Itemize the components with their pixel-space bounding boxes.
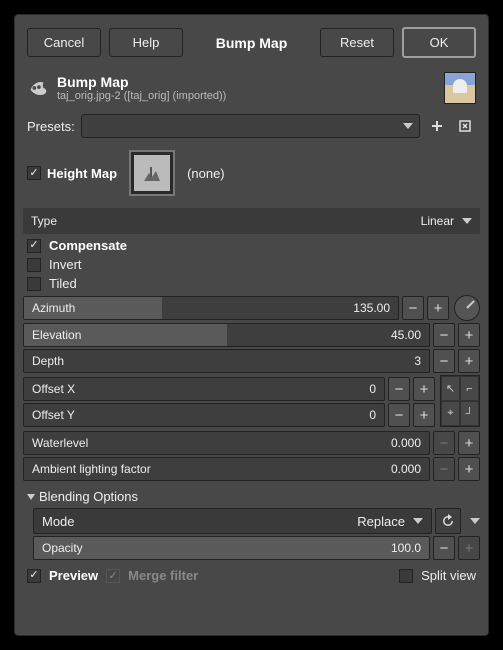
height-map-value: (none)	[187, 166, 225, 181]
filter-title: Bump Map	[57, 74, 436, 90]
pointer-icon[interactable]: ↖	[441, 376, 460, 401]
waterlevel-minus-button[interactable]: −	[433, 431, 455, 455]
tiled-label: Tiled	[49, 276, 77, 291]
ok-button[interactable]: OK	[402, 27, 476, 58]
chevron-down-icon	[403, 123, 413, 129]
height-map-checkbox[interactable]	[27, 166, 41, 180]
compensate-label: Compensate	[49, 238, 127, 253]
depth-slider[interactable]: Depth3	[23, 349, 430, 373]
presets-combo[interactable]	[81, 114, 420, 138]
depth-plus-button[interactable]: +	[458, 349, 480, 373]
blending-options-expander[interactable]: Blending Options	[15, 483, 488, 506]
bump-map-dialog: Cancel Help Bump Map Reset OK Bump Map t…	[14, 14, 489, 636]
elevation-minus-button[interactable]: −	[433, 323, 455, 347]
split-view-label: Split view	[421, 568, 476, 583]
azimuth-plus-button[interactable]: +	[427, 296, 449, 320]
gimp-icon	[27, 77, 49, 99]
cancel-button[interactable]: Cancel	[27, 28, 101, 57]
type-label: Type	[31, 214, 57, 228]
ambient-slider[interactable]: Ambient lighting factor0.000	[23, 457, 430, 481]
type-combo[interactable]: Type Linear	[23, 208, 480, 234]
invert-checkbox[interactable]	[27, 258, 41, 272]
offset-y-plus-button[interactable]: +	[413, 403, 435, 427]
help-button[interactable]: Help	[109, 28, 183, 57]
tiled-checkbox[interactable]	[27, 277, 41, 291]
preset-add-button[interactable]	[426, 115, 448, 137]
corner2-icon[interactable]: ┘	[460, 401, 479, 426]
opacity-minus-button[interactable]: −	[433, 536, 455, 560]
preview-checkbox[interactable]	[27, 569, 41, 583]
mode-reset-button[interactable]	[435, 508, 461, 534]
offset-x-minus-button[interactable]: −	[388, 377, 410, 401]
type-value: Linear	[421, 214, 454, 228]
elevation-slider[interactable]: Elevation45.00	[23, 323, 430, 347]
split-view-checkbox[interactable]	[399, 569, 413, 583]
azimuth-dial[interactable]	[454, 295, 480, 321]
height-map-label: Height Map	[47, 166, 117, 181]
ambient-plus-button[interactable]: +	[458, 457, 480, 481]
opacity-plus-button[interactable]: +	[458, 536, 480, 560]
depth-minus-button[interactable]: −	[433, 349, 455, 373]
mode-combo[interactable]: Mode Replace	[33, 508, 432, 534]
elevation-plus-button[interactable]: +	[458, 323, 480, 347]
invert-label: Invert	[49, 257, 82, 272]
header: Bump Map taj_orig.jpg-2 ([taj_orig] (imp…	[15, 68, 488, 110]
waterlevel-plus-button[interactable]: +	[458, 431, 480, 455]
presets-row: Presets:	[15, 110, 488, 142]
offset-x-plus-button[interactable]: +	[413, 377, 435, 401]
ambient-minus-button[interactable]: −	[433, 457, 455, 481]
dialog-title: Bump Map	[191, 35, 312, 51]
image-thumbnail	[444, 72, 476, 104]
offset-x-slider[interactable]: Offset X0	[23, 377, 385, 401]
azimuth-slider[interactable]: Azimuth135.00	[23, 296, 399, 320]
title-bar: Cancel Help Bump Map Reset OK	[15, 15, 488, 68]
merge-filter-checkbox	[106, 569, 120, 583]
filter-subtitle: taj_orig.jpg-2 ([taj_orig] (imported))	[57, 90, 436, 102]
waterlevel-slider[interactable]: Waterlevel0.000	[23, 431, 430, 455]
presets-label: Presets:	[27, 119, 75, 134]
preview-label: Preview	[49, 568, 98, 583]
reset-button[interactable]: Reset	[320, 28, 394, 57]
height-map-thumbnail[interactable]	[131, 152, 173, 194]
compensate-checkbox[interactable]	[27, 239, 41, 253]
cursor-icon[interactable]: ⌖	[441, 401, 460, 426]
offset-y-slider[interactable]: Offset Y0	[23, 403, 385, 427]
opacity-slider[interactable]: Opacity100.0	[33, 536, 430, 560]
merge-filter-label: Merge filter	[128, 568, 198, 583]
corner-icon[interactable]: ⌐	[460, 376, 479, 401]
offset-y-minus-button[interactable]: −	[388, 403, 410, 427]
preset-manage-button[interactable]	[454, 115, 476, 137]
azimuth-minus-button[interactable]: −	[402, 296, 424, 320]
chevron-down-icon	[462, 218, 472, 224]
offset-pick-grid[interactable]: ↖ ⌐ ⌖ ┘	[440, 375, 480, 427]
chevron-down-icon	[27, 494, 35, 500]
chevron-down-icon	[413, 518, 423, 524]
chevron-down-icon[interactable]	[470, 518, 480, 524]
